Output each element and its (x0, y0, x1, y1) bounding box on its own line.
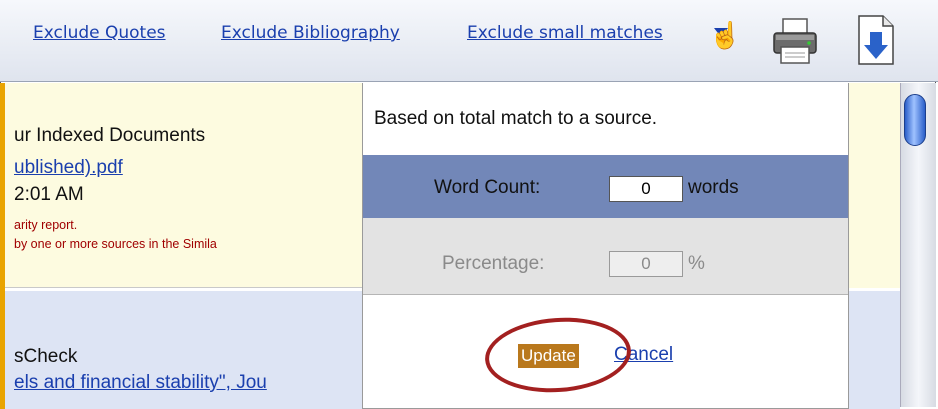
left-accent-bar (0, 83, 5, 409)
word-count-label: Word Count: (434, 177, 541, 198)
scrollbar-thumb[interactable] (904, 94, 926, 146)
toolbar: Exclude Quotes Exclude Bibliography Excl… (0, 0, 938, 82)
check-source-text: sCheck (14, 346, 78, 367)
report-note-line1: arity report. (14, 218, 78, 232)
printer-icon[interactable] (772, 17, 818, 65)
exclude-bibliography-link[interactable]: Exclude Bibliography (221, 23, 400, 43)
source-panel-right (848, 291, 900, 409)
cancel-link[interactable]: Cancel (614, 344, 673, 366)
popup-heading: Based on total match to a source. (374, 108, 658, 129)
percentage-input[interactable] (609, 251, 683, 277)
document-title-text: ur Indexed Documents (14, 125, 206, 146)
document-file-link[interactable]: ublished).pdf (14, 157, 362, 179)
word-count-unit: words (688, 177, 739, 198)
hand-cursor-icon: ☝ (709, 20, 742, 50)
document-info-panel-right (848, 83, 900, 288)
percentage-unit: % (688, 253, 705, 274)
update-button[interactable]: Update (518, 344, 579, 368)
word-count-input[interactable] (609, 176, 683, 202)
percentage-row (363, 218, 848, 294)
document-time-text: 2:01 AM (14, 184, 84, 205)
exclude-small-matches-link[interactable]: Exclude small matches (467, 23, 663, 43)
exclude-quotes-link[interactable]: Exclude Quotes (33, 23, 166, 43)
report-note-line2: by one or more sources in the Simila (14, 237, 217, 251)
percentage-label: Percentage: (442, 253, 545, 274)
actions-divider (363, 294, 848, 295)
source-title-link[interactable]: els and financial stability", Jou (14, 372, 362, 394)
download-icon[interactable] (856, 14, 896, 66)
